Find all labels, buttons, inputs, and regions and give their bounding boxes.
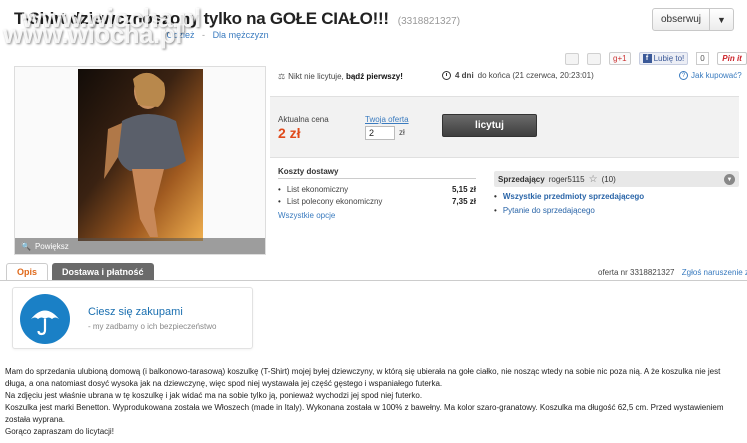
current-price-label: Aktualna cena xyxy=(278,115,329,124)
tab-bar: Opis Dostawa i płatność xyxy=(6,263,154,281)
offer-input[interactable] xyxy=(365,126,395,140)
your-offer-link[interactable]: Twoja oferta xyxy=(365,115,409,124)
seller-header[interactable]: Sprzedający roger5115 ☆ (10) ▼ xyxy=(494,171,739,187)
chevron-down-icon[interactable]: ▼ xyxy=(724,174,735,185)
report-violation-link[interactable]: Zgłoś naruszenie zasad xyxy=(682,268,747,277)
seller-name[interactable]: roger5115 xyxy=(549,175,585,184)
seller-rating: (10) xyxy=(601,174,616,184)
description-paragraph: Na zdjęciu jest właśnie ubrana w tę kosz… xyxy=(5,391,423,400)
description-paragraph: Mam do sprzedania ulubioną domową (i bal… xyxy=(5,367,721,388)
enlarge-bar[interactable]: 🔍 Powiększ xyxy=(15,238,265,254)
print-icon[interactable] xyxy=(587,52,601,65)
safe-shopping-title: Ciesz się zakupami xyxy=(88,306,183,318)
description-paragraph: Koszulka jest marki Benetton. Wyprodukow… xyxy=(5,403,724,424)
breadcrumb-item-men[interactable]: Dla mężczyzn xyxy=(213,30,269,40)
safe-shopping-subtitle: my zadbamy o ich bezpieczeństwo xyxy=(88,322,217,331)
current-price: 2 zł xyxy=(278,125,301,141)
product-photo[interactable] xyxy=(78,69,203,241)
tab-description[interactable]: Opis xyxy=(6,263,49,281)
price-panel: Aktualna cena 2 zł Twoja oferta zł licyt… xyxy=(270,96,739,158)
watermark-logo-bottom: www.wiocha.pl xyxy=(3,19,182,49)
tab-divider xyxy=(0,280,747,281)
how-to-buy-label: Jak kupować? xyxy=(691,71,742,80)
image-gallery[interactable]: 🔍 Powiększ xyxy=(14,66,266,255)
ask-seller-link[interactable]: Pytanie do sprzedającego xyxy=(503,206,595,215)
seller-label: Sprzedający xyxy=(498,174,545,184)
watch-button-label: obserwuj xyxy=(660,14,702,25)
gplus-button[interactable]: g+1 xyxy=(609,52,631,65)
be-first-text: bądź pierwszy! xyxy=(345,72,403,81)
bid-button[interactable]: licytuj xyxy=(442,114,537,137)
days-left: 4 dni xyxy=(455,71,474,80)
time-left: 4 dni do końca (21 czerwca, 20:23:01) xyxy=(442,71,594,80)
description-paragraph: Gorąco zapraszam do licytacji! xyxy=(5,427,114,436)
offer-number: oferta nr 3318821327 xyxy=(598,268,675,277)
facebook-like-label: Lubię to! xyxy=(653,54,685,63)
pinterest-button[interactable]: Pin it xyxy=(717,52,747,65)
umbrella-icon xyxy=(20,294,70,344)
all-shipping-options-link[interactable]: Wszystkie opcje xyxy=(278,211,335,220)
offer-id-inline: (3318821327) xyxy=(397,16,461,27)
shipping-method: List polecony ekonomiczny xyxy=(278,197,383,206)
offer-meta: oferta nr 3318821327 Zgłoś naruszenie za… xyxy=(598,268,747,277)
how-to-buy-link[interactable]: ? Jak kupować? xyxy=(679,71,742,80)
shipping-price: 7,35 zł xyxy=(451,197,476,206)
safe-shopping-box[interactable]: Ciesz się zakupami my zadbamy o ich bezp… xyxy=(12,287,253,349)
bullet: • xyxy=(494,192,497,201)
shipping-costs: Koszty dostawy List ekonomiczny 5,15 zł … xyxy=(278,167,476,221)
offer-unit: zł xyxy=(399,128,405,137)
shipping-row: List ekonomiczny 5,15 zł xyxy=(278,185,476,194)
shipping-row: List polecony ekonomiczny 7,35 zł xyxy=(278,197,476,206)
shipping-method: List ekonomiczny xyxy=(278,185,348,194)
star-icon: ☆ xyxy=(588,173,598,185)
enlarge-label: Powiększ xyxy=(34,241,69,251)
clock-icon xyxy=(442,71,451,80)
chevron-down-icon[interactable]: ▼ xyxy=(709,9,733,30)
seller-question[interactable]: • Pytanie do sprzedającego xyxy=(494,206,739,215)
seller-all-items[interactable]: • Wszystkie przedmioty sprzedającego xyxy=(494,192,739,201)
all-items-link[interactable]: Wszystkie przedmioty sprzedającego xyxy=(503,192,644,201)
facebook-like-button[interactable]: f Lubię to! xyxy=(638,52,689,65)
shipping-price: 5,15 zł xyxy=(451,185,476,194)
tab-shipping-payment[interactable]: Dostawa i płatność xyxy=(52,263,154,281)
bullet: • xyxy=(494,206,497,215)
gavel-icon: ⚖ xyxy=(278,72,286,81)
facebook-icon: f xyxy=(642,54,652,63)
email-share-icon[interactable] xyxy=(565,52,579,65)
bid-status: ⚖ Nikt nie licytuje, bądź pierwszy! xyxy=(278,72,403,81)
end-date: do końca (21 czerwca, 20:23:01) xyxy=(477,71,594,80)
help-icon: ? xyxy=(679,71,688,80)
no-bids-text: Nikt nie licytuje, xyxy=(288,72,346,81)
share-row: g+1 f Lubię to! 0 Pin it xyxy=(565,52,747,65)
watch-button[interactable]: obserwuj ▼ xyxy=(652,8,734,31)
magnifier-icon: 🔍 xyxy=(21,241,31,251)
facebook-like-count: 0 xyxy=(696,52,710,65)
shipping-title: Koszty dostawy xyxy=(278,167,476,179)
seller-box: Sprzedający roger5115 ☆ (10) ▼ • Wszystk… xyxy=(494,171,739,215)
item-description: Mam do sprzedania ulubioną domową (i bal… xyxy=(5,366,742,438)
